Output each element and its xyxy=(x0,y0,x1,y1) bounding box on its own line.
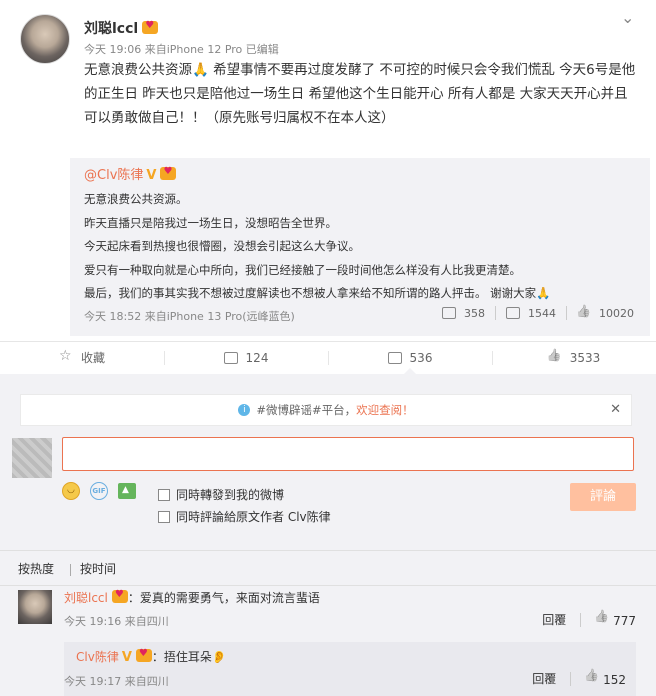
comment-avatar[interactable] xyxy=(18,590,52,624)
option-comment-original[interactable]: 同時評論給原文作者 Clv陈律 xyxy=(158,506,331,528)
repost-body: 无意浪费公共资源。 昨天直播只是陪我过一场生日，没想昭告全世界。 今天起床看到热… xyxy=(84,188,640,306)
like-icon xyxy=(585,671,599,684)
repost-stats: 358 1544 10020 xyxy=(442,306,634,320)
repost-repost-count[interactable]: 358 xyxy=(442,307,485,320)
comment-input[interactable] xyxy=(62,437,634,471)
author-avatar[interactable] xyxy=(20,14,70,64)
fan-badge-icon xyxy=(111,589,128,603)
notice-tag[interactable]: #微博辟谣#平台， xyxy=(256,402,356,418)
post-content: 无意浪费公共资源🙏 希望事情不要再过度发酵了 不可控的时候只会令我们慌乱 今天6… xyxy=(84,62,636,126)
close-icon[interactable]: ✕ xyxy=(610,402,621,417)
repost-line: 最后，我们的事其实我不想被过度解读也不想被人拿来给不知所谓的路人抨击。 谢谢大家… xyxy=(84,286,551,300)
repost-line: 昨天直播只是陪我过一场生日，没想昭告全世界。 xyxy=(84,215,337,230)
comment-item: 刘聪lccl ：爱真的需要勇气，来面对流言蜚语 xyxy=(64,589,320,606)
divider xyxy=(70,564,71,576)
repost-line: 今天起床看到热搜也很懵圈，没想会引起这么大争议。 xyxy=(84,239,360,253)
comment-meta: 今天 19:16 来自四川 xyxy=(64,615,169,628)
repost-author-name[interactable]: @Clv陈律 xyxy=(84,168,143,183)
repost-button[interactable]: 124 xyxy=(164,342,328,373)
comment-icon xyxy=(506,307,520,319)
composer-tools: GIF xyxy=(62,482,136,500)
comment-original-checkbox[interactable] xyxy=(158,511,170,523)
star-icon xyxy=(59,348,73,365)
repost-icon xyxy=(442,307,456,319)
reply-author[interactable]: Clv陈律 xyxy=(76,650,119,664)
option-repost[interactable]: 同時轉發到我的微博 xyxy=(158,484,331,506)
favorite-button[interactable]: 收藏 xyxy=(0,342,164,373)
comment-section: i #微博辟谣#平台，欢迎查阅！ ✕ GIF 同時轉發到我的微博 同時評論給原文… xyxy=(0,374,656,696)
comment-icon xyxy=(387,351,402,364)
gif-icon[interactable]: GIF xyxy=(90,482,108,500)
composer-options: 同時轉發到我的微博 同時評論給原文作者 Clv陈律 xyxy=(158,484,331,528)
comment-like-button[interactable]: 777 xyxy=(595,612,636,628)
like-button[interactable]: 3533 xyxy=(492,342,656,373)
notice-link[interactable]: 欢迎查阅！ xyxy=(356,402,414,418)
like-icon xyxy=(577,307,591,320)
divider xyxy=(566,306,567,320)
divider xyxy=(495,306,496,320)
like-icon xyxy=(595,612,609,625)
info-icon: i xyxy=(238,404,251,416)
author-name[interactable]: 刘聪lccl xyxy=(84,21,138,37)
rumor-notice: i #微博辟谣#平台， 欢迎查阅！ ✕ xyxy=(20,394,632,426)
repost-comment-count[interactable]: 1544 xyxy=(506,307,556,320)
like-icon xyxy=(548,351,562,364)
repost-meta: 今天 18:52 来自iPhone 13 Pro(远峰蓝色) xyxy=(84,310,295,323)
chevron-down-icon[interactable] xyxy=(618,8,636,32)
post-author[interactable]: 刘聪lccl xyxy=(84,18,159,38)
reposted-content: @Clv陈律V 无意浪费公共资源。 昨天直播只是陪我过一场生日，没想昭告全世界。… xyxy=(70,158,650,336)
weibo-post: 刘聪lccl 今天 19:06 来自iPhone 12 Pro 已编辑 无意浪费… xyxy=(0,0,656,339)
submit-comment-button[interactable]: 評論 xyxy=(570,483,636,511)
fan-badge-icon xyxy=(142,20,159,34)
repost-line: 爱只有一种取向就是心中所向，我们已经接触了一段时间他怎么样没有人比我更清楚。 xyxy=(84,262,521,277)
comment-text: ：爱真的需要勇气，来面对流言蜚语 xyxy=(127,591,320,605)
divider xyxy=(580,612,582,627)
repost-line: 无意浪费公共资源。 xyxy=(84,192,188,206)
emoji-icon[interactable] xyxy=(62,482,80,500)
post-meta: 今天 19:06 来自iPhone 12 Pro 已编辑 xyxy=(84,43,279,56)
reply-item: Clv陈律V ：捂住耳朵👂 xyxy=(76,648,227,665)
reply-button[interactable]: 回覆 xyxy=(542,611,566,628)
reply-meta: 今天 19:17 来自四川 xyxy=(64,675,169,688)
repost-like-count[interactable]: 10020 xyxy=(577,307,634,320)
comment-actions: 回覆 777 xyxy=(542,611,636,628)
repost-icon xyxy=(223,351,238,364)
comment-author[interactable]: 刘聪lccl xyxy=(64,591,108,605)
repost-author[interactable]: @Clv陈律 V xyxy=(84,164,177,183)
post-action-bar: 收藏 124 536 3533 xyxy=(0,341,656,375)
verified-v-icon: V xyxy=(121,650,132,665)
reply-text: ：捂住耳朵👂 xyxy=(151,650,227,664)
reply-button[interactable]: 回覆 xyxy=(532,670,556,687)
reply-actions: 回覆 152 xyxy=(532,670,626,687)
fan-badge-icon xyxy=(160,166,177,180)
comment-sort-bar: 按热度 按时间 xyxy=(0,550,656,586)
reply-thread: Clv陈律V ：捂住耳朵👂 今天 19:17 来自四川 回覆 152 xyxy=(64,642,636,696)
sort-by-hot[interactable]: 按热度 xyxy=(18,560,54,577)
divider xyxy=(570,671,572,686)
verified-v-icon: V xyxy=(146,168,157,183)
reply-like-button[interactable]: 152 xyxy=(585,671,626,687)
current-user-avatar xyxy=(12,438,52,478)
repost-checkbox[interactable] xyxy=(158,489,170,501)
sort-by-time[interactable]: 按时间 xyxy=(80,560,116,577)
fan-badge-icon xyxy=(135,648,152,662)
comment-button[interactable]: 536 xyxy=(328,342,492,375)
image-icon[interactable] xyxy=(118,483,136,499)
